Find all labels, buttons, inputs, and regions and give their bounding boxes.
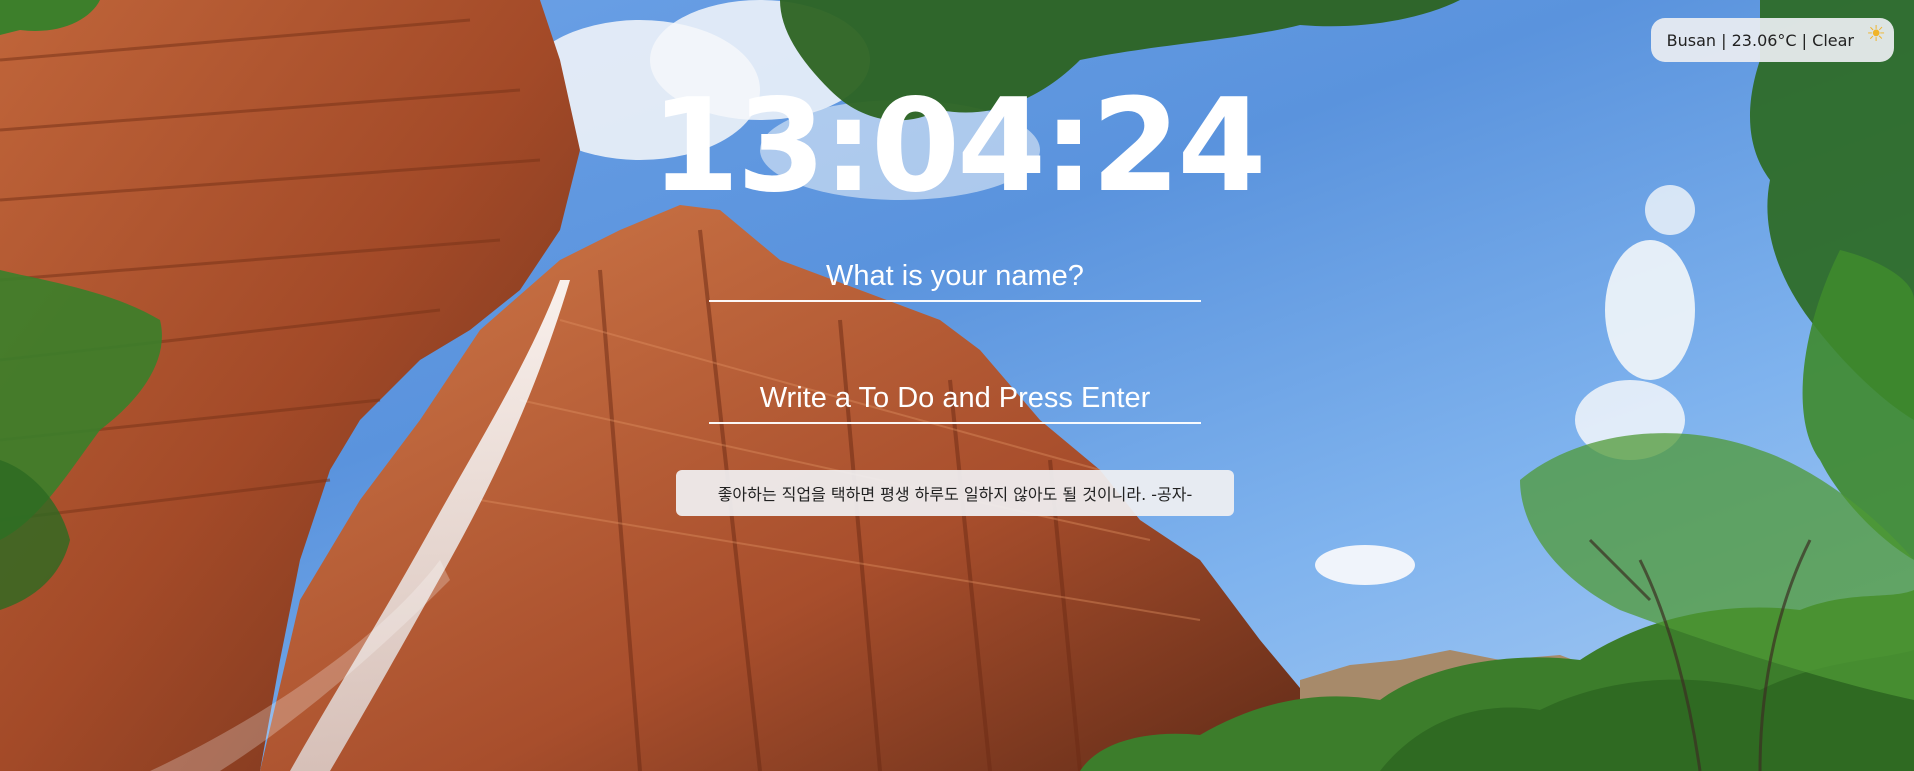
todo-input[interactable] bbox=[709, 378, 1201, 424]
quote-box: 좋아하는 직업을 택하면 평생 하루도 일하지 않아도 될 것이니라. -공자- bbox=[676, 470, 1234, 516]
background-scene: Busan | 23.06°C | Clear ☀ 13:04:24 좋아하는 … bbox=[0, 0, 1914, 771]
sun-icon: ☀ bbox=[1866, 22, 1886, 47]
name-input[interactable] bbox=[709, 256, 1201, 302]
weather-widget: Busan | 23.06°C | Clear ☀ bbox=[1650, 18, 1894, 62]
quote-text: 좋아하는 직업을 택하면 평생 하루도 일하지 않아도 될 것이니라. -공자- bbox=[717, 485, 1193, 504]
clock-display: 13:04:24 bbox=[650, 72, 1267, 221]
weather-text: Busan | 23.06°C | Clear bbox=[1666, 30, 1854, 50]
